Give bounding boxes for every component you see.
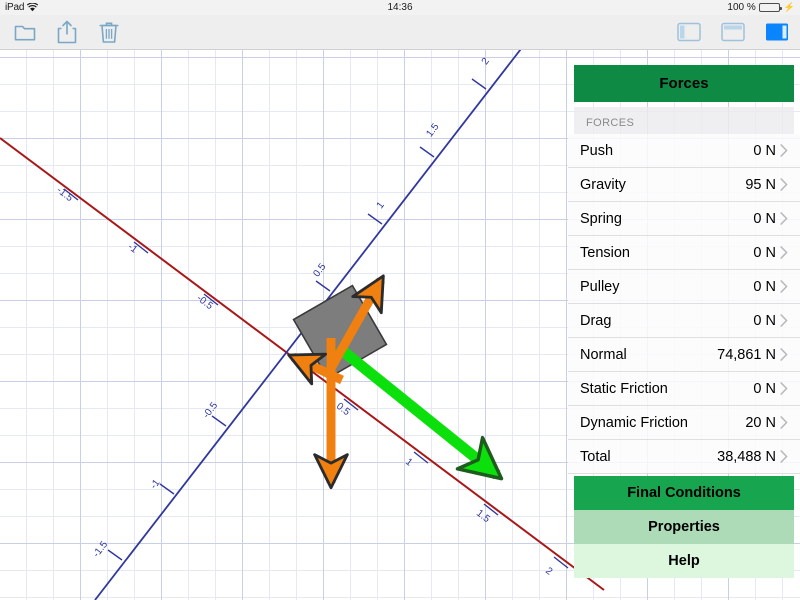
force-row[interactable]: Normal 74,861 N bbox=[568, 338, 800, 372]
chevron-right-icon bbox=[776, 348, 792, 361]
forces-list: Push 0 N Gravity 95 N Spring 0 N Tension 0 N Pul… bbox=[568, 134, 800, 474]
layout-split-left-button[interactable] bbox=[676, 19, 702, 45]
panel-action-buttons: Final Conditions Properties Help bbox=[574, 476, 794, 578]
force-row-value: 0 N bbox=[753, 278, 776, 295]
force-row-value: 38,488 N bbox=[717, 448, 776, 465]
force-row-label: Pulley bbox=[580, 278, 620, 295]
force-row-label: Gravity bbox=[580, 176, 626, 193]
force-row[interactable]: Tension 0 N bbox=[568, 236, 800, 270]
chevron-right-icon bbox=[776, 280, 792, 293]
force-row-value: 20 N bbox=[745, 414, 776, 431]
force-row[interactable]: Spring 0 N bbox=[568, 202, 800, 236]
toolbar-right-group bbox=[676, 19, 790, 45]
force-row-label: Dynamic Friction bbox=[580, 414, 688, 431]
wifi-icon bbox=[27, 2, 39, 12]
force-row[interactable]: Drag 0 N bbox=[568, 304, 800, 338]
chevron-right-icon bbox=[776, 144, 792, 157]
force-row-value: 0 N bbox=[753, 380, 776, 397]
battery-icon bbox=[758, 3, 782, 12]
chevron-right-icon bbox=[776, 450, 792, 463]
chevron-right-icon bbox=[776, 246, 792, 259]
chevron-right-icon bbox=[776, 382, 792, 395]
chevron-right-icon bbox=[776, 178, 792, 191]
status-bar-left: iPad bbox=[5, 2, 39, 13]
chevron-right-icon bbox=[776, 314, 792, 327]
chevron-right-icon bbox=[776, 416, 792, 429]
force-row-value: 0 N bbox=[753, 244, 776, 261]
battery-percent-label: 100 % bbox=[727, 2, 756, 13]
final-conditions-button[interactable]: Final Conditions bbox=[574, 476, 794, 510]
forces-panel-header-button[interactable]: Forces bbox=[574, 65, 794, 102]
force-row-value: 0 N bbox=[753, 312, 776, 329]
force-row[interactable]: Static Friction 0 N bbox=[568, 372, 800, 406]
force-row-label: Push bbox=[580, 142, 614, 159]
force-row-value: 74,861 N bbox=[717, 346, 776, 363]
app-toolbar bbox=[0, 15, 800, 50]
layout-right-panel-button[interactable] bbox=[764, 19, 790, 45]
total-force-arrow bbox=[334, 342, 504, 481]
status-bar: iPad 14:36 100 % ⚡ bbox=[0, 0, 800, 15]
help-button[interactable]: Help bbox=[574, 544, 794, 578]
force-row[interactable]: Dynamic Friction 20 N bbox=[568, 406, 800, 440]
force-row-label: Drag bbox=[580, 312, 612, 329]
force-row-label: Tension bbox=[580, 244, 630, 261]
force-row-label: Spring bbox=[580, 210, 622, 227]
toolbar-left-group bbox=[0, 19, 122, 45]
force-row-value: 0 N bbox=[753, 142, 776, 159]
force-row-value: 95 N bbox=[745, 176, 776, 193]
forces-panel: Forces FORCES Push 0 N Gravity 95 N Spring 0 … bbox=[568, 50, 800, 600]
chevron-right-icon bbox=[776, 212, 792, 225]
force-row[interactable]: Total 38,488 N bbox=[568, 440, 800, 474]
layout-top-panel-button[interactable] bbox=[720, 19, 746, 45]
force-row-label: Normal bbox=[580, 346, 627, 363]
device-name: iPad bbox=[5, 2, 25, 13]
force-row-value: 0 N bbox=[753, 210, 776, 227]
delete-button[interactable] bbox=[96, 19, 122, 45]
share-export-button[interactable] bbox=[54, 19, 80, 45]
force-row[interactable]: Pulley 0 N bbox=[568, 270, 800, 304]
app-root: iPad 14:36 100 % ⚡ -1.5 -1 -0.5 0.5 1 1.… bbox=[0, 0, 800, 600]
properties-button[interactable]: Properties bbox=[574, 510, 794, 544]
force-row-label: Total bbox=[580, 448, 611, 465]
forces-section-header: FORCES bbox=[574, 107, 794, 134]
status-bar-clock: 14:36 bbox=[387, 2, 413, 13]
force-row[interactable]: Push 0 N bbox=[568, 134, 800, 168]
force-row[interactable]: Gravity 95 N bbox=[568, 168, 800, 202]
open-folder-button[interactable] bbox=[12, 19, 38, 45]
lightning-bolt-icon: ⚡ bbox=[783, 2, 795, 12]
force-row-label: Static Friction bbox=[580, 380, 668, 397]
status-bar-right: 100 % ⚡ bbox=[727, 2, 795, 13]
